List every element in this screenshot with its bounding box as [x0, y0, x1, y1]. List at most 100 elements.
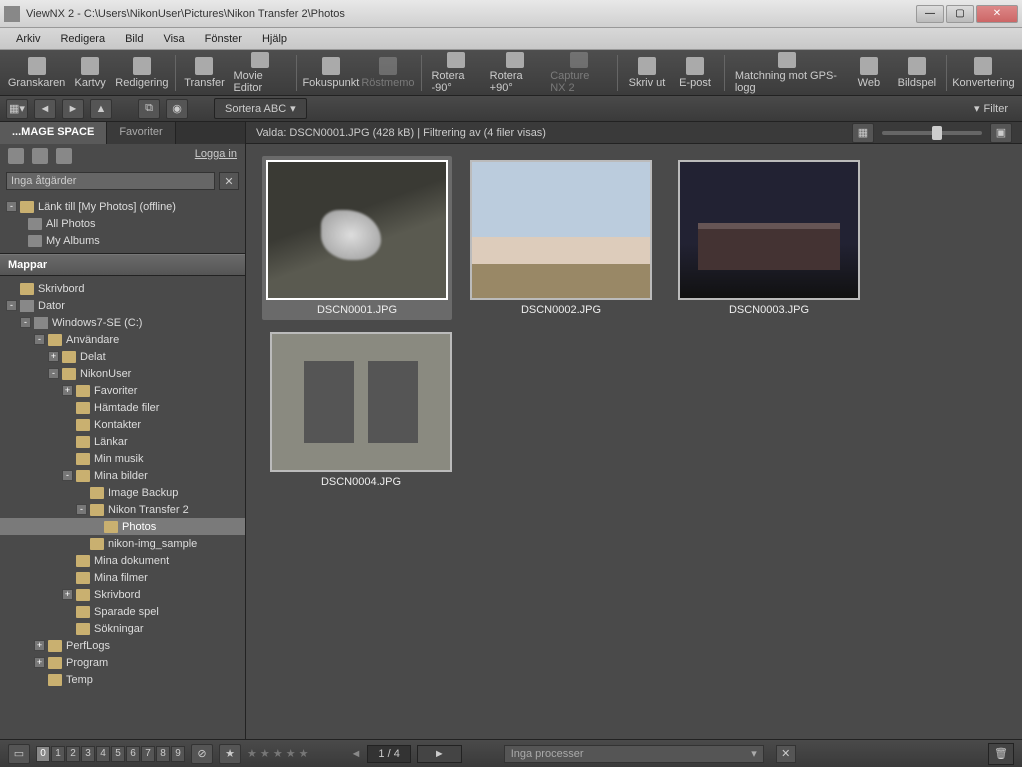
copy-button[interactable]: ⧉	[138, 99, 160, 119]
folder-tree[interactable]: +Skrivbord-Dator-Windows7-SE (C:)-Använd…	[0, 276, 245, 739]
expander-icon[interactable]: -	[62, 470, 73, 481]
tree-item-mina-filmer[interactable]: +Mina filmer	[0, 569, 245, 586]
qmark-icon[interactable]	[56, 148, 72, 164]
thumbnail-image[interactable]	[678, 160, 860, 300]
tool-transfer[interactable]: Transfer	[181, 52, 227, 94]
label-digit-1[interactable]: 1	[51, 746, 65, 762]
tool-bildspel[interactable]: Bildspel	[894, 52, 940, 94]
tree-item-kontakter[interactable]: +Kontakter	[0, 416, 245, 433]
menu-bild[interactable]: Bild	[115, 30, 153, 48]
tab-image-space[interactable]: ...MAGE SPACE	[0, 122, 107, 144]
tool-skriv-ut[interactable]: Skriv ut	[624, 52, 670, 94]
clear-actions-button[interactable]: ✕	[219, 172, 239, 190]
tree-item-program[interactable]: +Program	[0, 654, 245, 671]
wrench-icon[interactable]	[32, 148, 48, 164]
tree-item-photos[interactable]: +Photos	[0, 518, 245, 535]
tree-item-nikon-img-sample[interactable]: +nikon-img_sample	[0, 535, 245, 552]
tree-item-temp[interactable]: +Temp	[0, 671, 245, 688]
tree-item-delat[interactable]: +Delat	[0, 348, 245, 365]
thumb-size-slider[interactable]	[882, 131, 982, 135]
home-icon[interactable]	[8, 148, 24, 164]
no-label-icon[interactable]: ⊘	[191, 744, 213, 764]
link-my-albums[interactable]: My Albums	[6, 232, 239, 249]
tool-konvertering[interactable]: Konvertering	[953, 52, 1014, 94]
expander-icon[interactable]: -	[48, 368, 59, 379]
thumbnail[interactable]: DSCN0002.JPG	[466, 160, 656, 316]
link-all-photos[interactable]: All Photos	[6, 215, 239, 232]
maximize-button[interactable]: ▢	[946, 5, 974, 23]
actions-input[interactable]	[6, 172, 215, 190]
tool-kartvy[interactable]: Kartvy	[67, 52, 113, 94]
tool-granskaren[interactable]: Granskaren	[8, 52, 65, 94]
label-digit-4[interactable]: 4	[96, 746, 110, 762]
tool-matchning-mot-gps-logg[interactable]: Matchning mot GPS-logg	[731, 52, 844, 94]
expander-icon[interactable]: +	[34, 640, 45, 651]
view-grid-button[interactable]: ▦▾	[6, 99, 28, 119]
label-digit-2[interactable]: 2	[66, 746, 80, 762]
tool-rotera-90-[interactable]: Rotera +90°	[486, 52, 545, 94]
thumb-large-icon[interactable]: ▣	[990, 123, 1012, 143]
tree-item-nikonuser[interactable]: -NikonUser	[0, 365, 245, 382]
tree-item-favoriter[interactable]: +Favoriter	[0, 382, 245, 399]
minimize-button[interactable]: —	[916, 5, 944, 23]
label-digit-8[interactable]: 8	[156, 746, 170, 762]
expander-icon[interactable]: +	[62, 385, 73, 396]
label-digit-3[interactable]: 3	[81, 746, 95, 762]
thumbnail-image[interactable]	[266, 160, 448, 300]
menu-arkiv[interactable]: Arkiv	[6, 30, 50, 48]
process-combo[interactable]: Inga processer▾	[504, 745, 764, 763]
tool-e-post[interactable]: E-post	[672, 52, 718, 94]
label-digit-9[interactable]: 9	[171, 746, 185, 762]
tool-rotera-90-[interactable]: Rotera -90°	[427, 52, 483, 94]
expander-icon[interactable]: +	[34, 657, 45, 668]
nav-up-button[interactable]: ▲	[90, 99, 112, 119]
thumbnail-image[interactable]	[270, 332, 452, 472]
tree-item-dator[interactable]: -Dator	[0, 297, 245, 314]
prev-page-button[interactable]: ◄	[351, 748, 362, 760]
tab-favorites[interactable]: Favoriter	[107, 122, 175, 144]
menu-redigera[interactable]: Redigera	[50, 30, 115, 48]
tree-item-nikon-transfer-2[interactable]: -Nikon Transfer 2	[0, 501, 245, 518]
tree-item-sparade-spel[interactable]: +Sparade spel	[0, 603, 245, 620]
tree-item-skrivbord[interactable]: +Skrivbord	[0, 280, 245, 297]
trash-button[interactable]: 🗑	[988, 743, 1014, 765]
tree-item-mina-bilder[interactable]: -Mina bilder	[0, 467, 245, 484]
star-toggle-icon[interactable]: ★	[219, 744, 241, 764]
menu-fönster[interactable]: Fönster	[195, 30, 252, 48]
tree-item-h-mtade-filer[interactable]: +Hämtade filer	[0, 399, 245, 416]
thumbnail[interactable]: DSCN0004.JPG	[266, 332, 456, 488]
nav-back-button[interactable]: ◄	[34, 99, 56, 119]
tree-item-perflogs[interactable]: +PerfLogs	[0, 637, 245, 654]
tree-item-s-kningar[interactable]: +Sökningar	[0, 620, 245, 637]
expander-icon[interactable]: +	[62, 589, 73, 600]
expander-icon[interactable]: +	[48, 351, 59, 362]
tool-movie-editor[interactable]: Movie Editor	[229, 52, 289, 94]
tool-web[interactable]: Web	[846, 52, 892, 94]
camera-button[interactable]: ◉	[166, 99, 188, 119]
thumbnail[interactable]: DSCN0001.JPG	[262, 156, 452, 320]
menu-hjälp[interactable]: Hjälp	[252, 30, 297, 48]
tree-item-mina-dokument[interactable]: +Mina dokument	[0, 552, 245, 569]
thumbnail-image[interactable]	[470, 160, 652, 300]
label-digit-7[interactable]: 7	[141, 746, 155, 762]
label-digit-0[interactable]: 0	[36, 746, 50, 762]
play-button[interactable]: ►	[417, 745, 462, 763]
link-myphotos[interactable]: - Länk till [My Photos] (offline)	[6, 198, 239, 215]
sort-button[interactable]: Sortera ABC▾	[214, 98, 307, 119]
tool-redigering[interactable]: Redigering	[115, 52, 168, 94]
tree-item-min-musik[interactable]: +Min musik	[0, 450, 245, 467]
expander-icon[interactable]: -	[20, 317, 31, 328]
cancel-process-button[interactable]: ✕	[776, 745, 796, 763]
filter-button[interactable]: ▾ Filter	[966, 99, 1016, 118]
tool-fokuspunkt[interactable]: Fokuspunkt	[303, 52, 360, 94]
close-button[interactable]: ✕	[976, 5, 1018, 23]
tree-item-windows7-se-c-[interactable]: -Windows7-SE (C:)	[0, 314, 245, 331]
nav-fwd-button[interactable]: ►	[62, 99, 84, 119]
login-link[interactable]: Logga in	[195, 148, 237, 164]
tree-item-skrivbord[interactable]: +Skrivbord	[0, 586, 245, 603]
label-digit-5[interactable]: 5	[111, 746, 125, 762]
tree-item-l-nkar[interactable]: +Länkar	[0, 433, 245, 450]
expander-icon[interactable]: -	[6, 300, 17, 311]
status-view-icon[interactable]: ▭	[8, 744, 30, 764]
menu-visa[interactable]: Visa	[153, 30, 194, 48]
